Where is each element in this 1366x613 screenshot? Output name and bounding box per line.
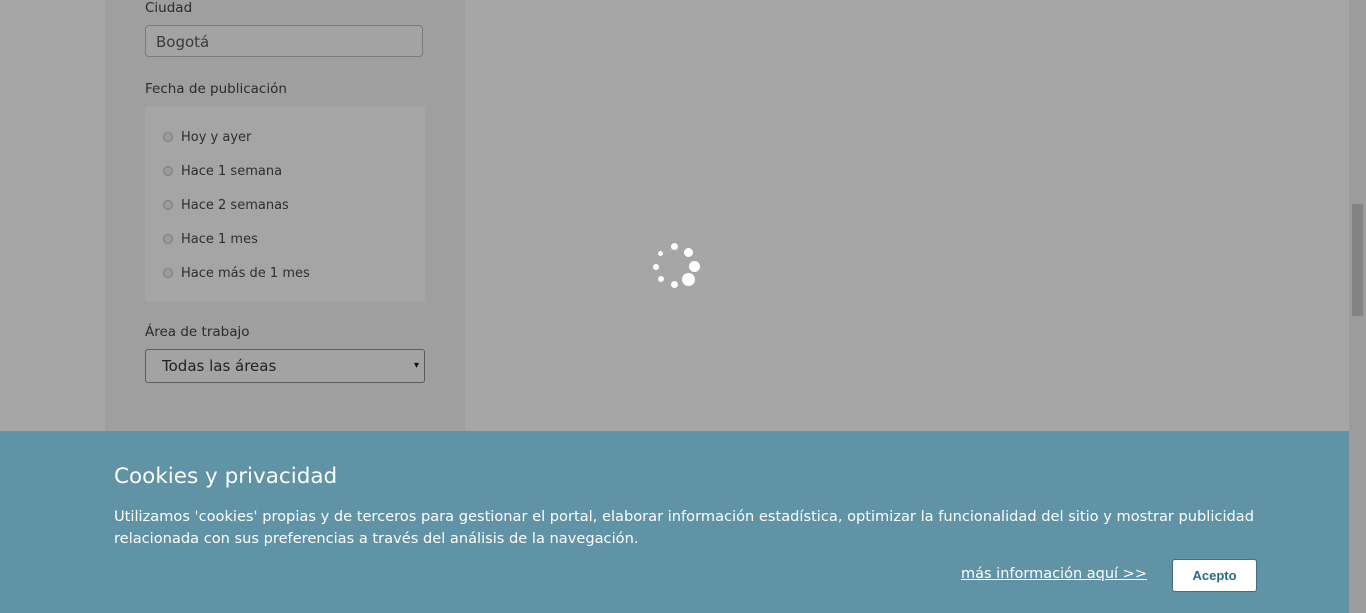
radio-option-older[interactable]: Hace más de 1 mes	[163, 264, 310, 282]
radio-option-today[interactable]: Hoy y ayer	[163, 128, 251, 146]
radio-option-2-weeks[interactable]: Hace 2 semanas	[163, 196, 289, 214]
radio-button[interactable]	[163, 166, 173, 176]
more-info-link[interactable]: más información aquí >>	[961, 566, 1147, 582]
scrollbar-thumb[interactable]	[1352, 204, 1363, 316]
radio-button[interactable]	[163, 132, 173, 142]
area-label: Área de trabajo	[145, 324, 250, 340]
radio-button[interactable]	[163, 234, 173, 244]
city-label: Ciudad	[145, 0, 193, 16]
radio-label: Hace más de 1 mes	[181, 265, 310, 281]
radio-button[interactable]	[163, 200, 173, 210]
page-scrollbar[interactable]	[1349, 0, 1366, 613]
date-radio-group: Hoy y ayer Hace 1 semana Hace 2 semanas …	[145, 106, 425, 302]
radio-label: Hace 2 semanas	[181, 197, 289, 213]
accept-cookies-button[interactable]: Acepto	[1172, 559, 1257, 592]
loading-spinner-icon	[650, 242, 702, 290]
date-label: Fecha de publicación	[145, 81, 287, 97]
radio-label: Hace 1 semana	[181, 163, 283, 179]
cookie-title: Cookies y privacidad	[114, 464, 338, 489]
radio-option-1-month[interactable]: Hace 1 mes	[163, 230, 258, 248]
chevron-down-icon: ▾	[413, 360, 419, 371]
area-select[interactable]: Todas las áreas ▾	[145, 349, 425, 383]
radio-button[interactable]	[163, 268, 173, 278]
area-select-value: Todas las áreas	[162, 357, 277, 375]
city-input[interactable]: Bogotá	[145, 25, 423, 57]
cookie-banner: Cookies y privacidad Utilizamos 'cookies…	[0, 431, 1349, 613]
radio-label: Hoy y ayer	[181, 129, 252, 145]
radio-label: Hace 1 mes	[181, 231, 258, 247]
cookie-text: Utilizamos 'cookies' propias y de tercer…	[114, 508, 1254, 547]
radio-option-1-week[interactable]: Hace 1 semana	[163, 162, 282, 180]
